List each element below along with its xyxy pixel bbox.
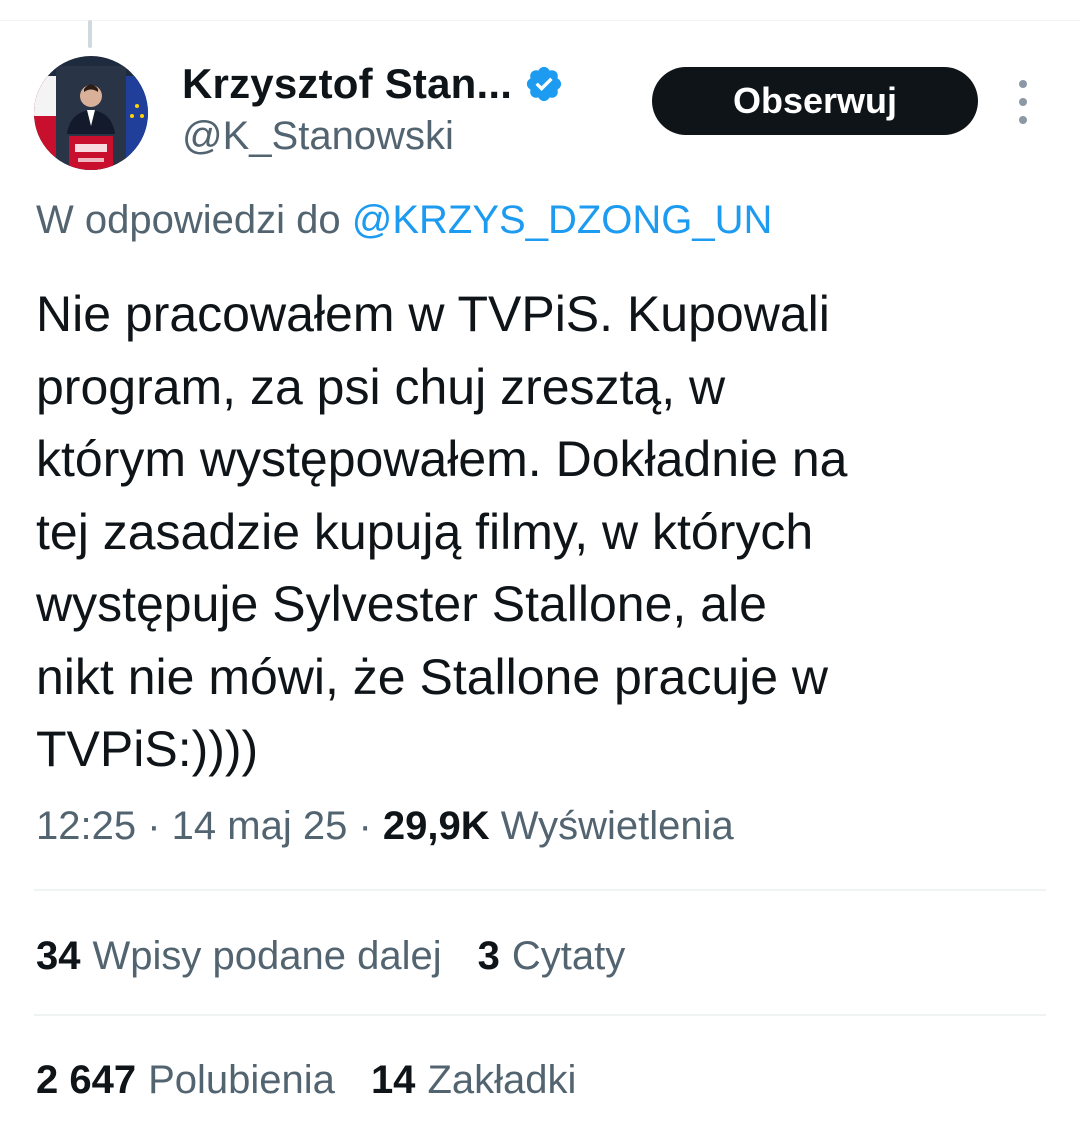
author-handle[interactable]: @K_Stanowski (182, 114, 454, 159)
top-divider (0, 20, 1080, 21)
author-display-name[interactable]: Krzysztof Stan... (182, 60, 512, 108)
verified-badge-icon (527, 66, 562, 102)
quotes-count: 3 (477, 934, 500, 978)
more-dot (1019, 116, 1027, 124)
views-label: Wyświetlenia (489, 804, 734, 848)
more-dot (1019, 98, 1027, 106)
bookmarks-label: Zakładki (427, 1058, 577, 1102)
reply-mention-link[interactable]: @KRZYS_DZONG_UN (352, 198, 773, 242)
tweet-text-line: nikt nie mówi, że Stallone pracuje w (36, 648, 829, 705)
more-dot (1019, 80, 1027, 88)
meta-separator: · (136, 804, 172, 848)
more-vertical-icon[interactable] (1008, 80, 1038, 124)
tweet-time[interactable]: 12:25 (36, 804, 136, 848)
tweet-text-line: występuje Sylvester Stallone, ale (36, 576, 767, 632)
stats-row-likes: 2 647 Polubienia 14 Zakładki (36, 1058, 576, 1103)
quotes-stat[interactable]: 3 Cytaty (478, 934, 626, 979)
divider (34, 889, 1046, 891)
tweet-date[interactable]: 14 maj 25 (172, 804, 348, 848)
reposts-count: 34 (36, 934, 81, 978)
tweet-text-line: TVPiS:)))) (36, 721, 259, 777)
avatar[interactable] (34, 56, 148, 170)
stats-row-reposts: 34 Wpisy podane dalej 3 Cytaty (36, 934, 625, 979)
quotes-label: Cytaty (511, 934, 626, 978)
reply-context: W odpowiedzi do @KRZYS_DZONG_UN (36, 198, 772, 243)
follow-button[interactable]: Obserwuj (652, 67, 978, 135)
divider (34, 1014, 1046, 1016)
likes-label: Polubienia (148, 1058, 335, 1102)
likes-stat[interactable]: 2 647 Polubienia (36, 1058, 335, 1103)
tweet-meta: 12:25 · 14 maj 25 · 29,9K Wyświetlenia (36, 804, 734, 849)
tweet-text: Nie pracowałem w TVPiS. Kupowali program… (36, 278, 1046, 786)
tweet-detail: Krzysztof Stan... @K_Stanowski Obserwuj … (0, 0, 1080, 1132)
likes-count: 2 647 (36, 1058, 137, 1102)
bookmarks-stat[interactable]: 14 Zakładki (371, 1058, 576, 1103)
tweet-text-line: Nie pracowałem w TVPiS. Kupowali (36, 286, 830, 342)
tweet-text-line: którym występowałem. Dokładnie na (36, 431, 848, 487)
tweet-text-line: tej zasadzie kupują filmy, w których (36, 503, 814, 560)
bookmarks-count: 14 (370, 1058, 416, 1102)
reposts-label: Wpisy podane dalej (92, 934, 442, 978)
views-count: 29,9K (382, 804, 490, 848)
author-name-row[interactable]: Krzysztof Stan... (182, 56, 564, 112)
reply-prefix: W odpowiedzi do (36, 198, 352, 242)
meta-separator: · (347, 804, 383, 848)
tweet-text-line: program, za psi chuj zresztą, w (36, 358, 726, 415)
thread-connector (88, 20, 92, 48)
reposts-stat[interactable]: 34 Wpisy podane dalej (36, 934, 442, 979)
avatar-image (34, 56, 148, 170)
